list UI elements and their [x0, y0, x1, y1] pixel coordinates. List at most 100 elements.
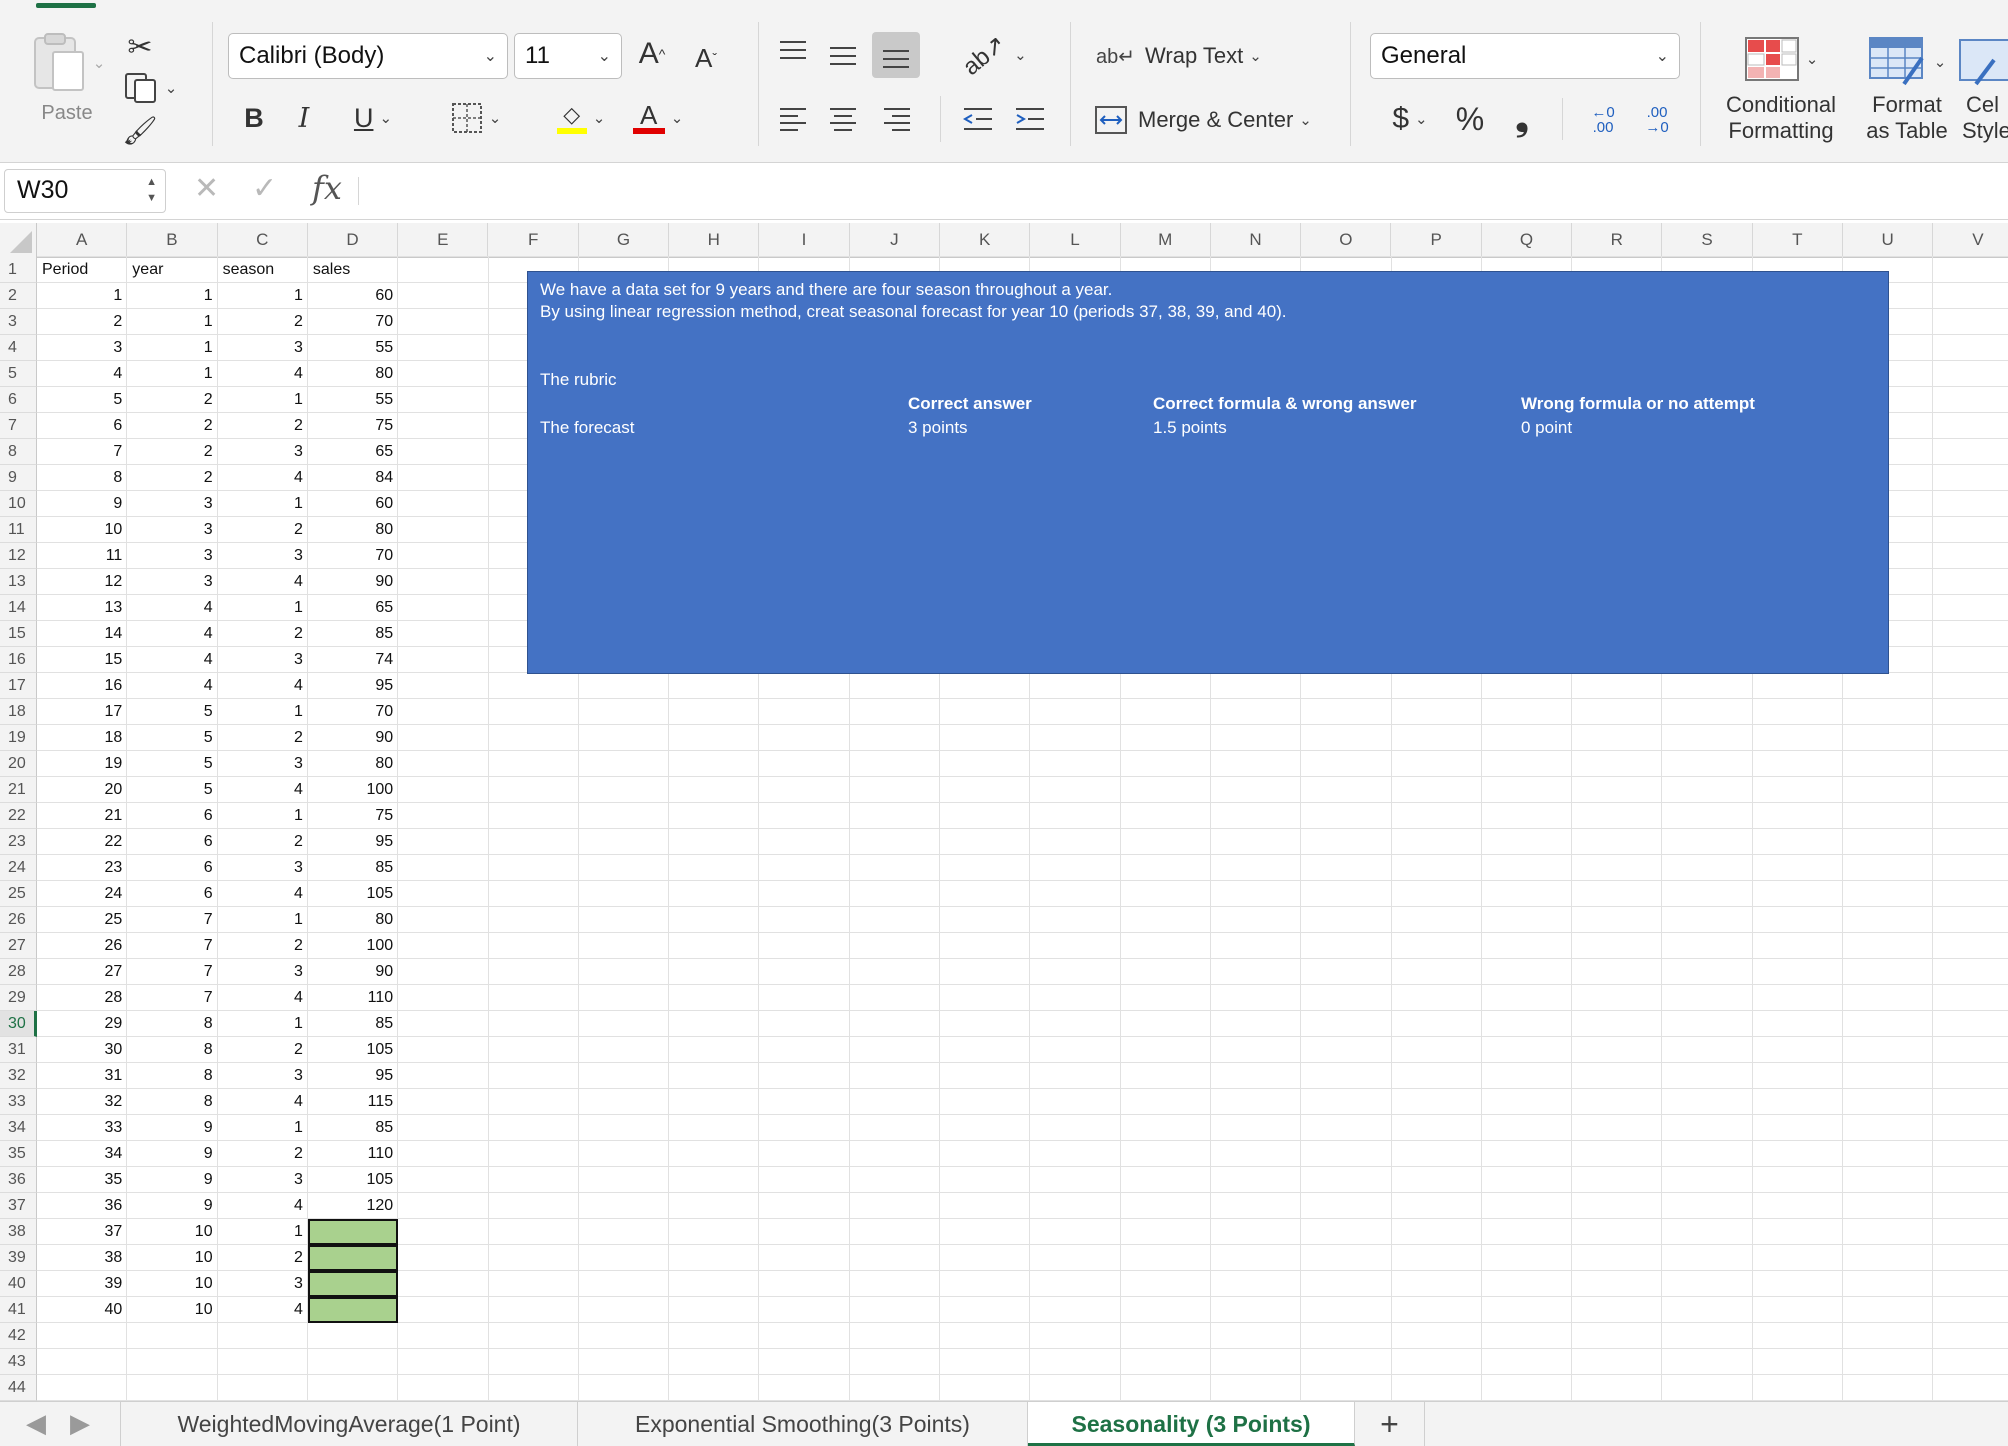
- row-header[interactable]: 41: [0, 1297, 37, 1323]
- data-cell[interactable]: 11: [37, 543, 127, 569]
- data-cell[interactable]: 1: [218, 595, 308, 621]
- data-cell[interactable]: 4: [218, 881, 308, 907]
- data-cell[interactable]: 75: [308, 803, 398, 829]
- data-cell[interactable]: 27: [37, 959, 127, 985]
- data-cell[interactable]: 40: [37, 1297, 127, 1323]
- formula-input[interactable]: [370, 171, 1990, 211]
- data-cell[interactable]: 2: [127, 413, 217, 439]
- data-cell[interactable]: 31: [37, 1063, 127, 1089]
- data-cell[interactable]: 18: [37, 725, 127, 751]
- data-cell[interactable]: 6: [37, 413, 127, 439]
- data-cell[interactable]: 90: [308, 569, 398, 595]
- row-header[interactable]: 34: [0, 1115, 37, 1141]
- data-cell[interactable]: 100: [308, 777, 398, 803]
- previous-sheet-arrow-icon[interactable]: ◀: [26, 1408, 46, 1439]
- row-header[interactable]: 28: [0, 959, 37, 985]
- copy-dropdown-chevron-icon[interactable]: ⌄: [165, 79, 178, 97]
- instructions-text-box[interactable]: We have a data set for 9 years and there…: [527, 271, 1889, 674]
- data-cell[interactable]: 4: [127, 621, 217, 647]
- row-header[interactable]: 2: [0, 283, 37, 309]
- font-name-select[interactable]: Calibri (Body) ⌄: [228, 33, 508, 79]
- data-cell[interactable]: 4: [218, 1297, 308, 1323]
- data-cell[interactable]: 32: [37, 1089, 127, 1115]
- data-cell[interactable]: 19: [37, 751, 127, 777]
- row-header[interactable]: 26: [0, 907, 37, 933]
- data-cell[interactable]: 110: [308, 1141, 398, 1167]
- data-cell[interactable]: 20: [37, 777, 127, 803]
- name-box-stepper[interactable]: ▲ ▼: [146, 174, 157, 206]
- data-cell[interactable]: 22: [37, 829, 127, 855]
- data-cell[interactable]: 65: [308, 595, 398, 621]
- row-header[interactable]: 9: [0, 465, 37, 491]
- data-cell[interactable]: 3: [127, 569, 217, 595]
- data-cell[interactable]: 26: [37, 933, 127, 959]
- data-cell[interactable]: 4: [37, 361, 127, 387]
- row-header[interactable]: 37: [0, 1193, 37, 1219]
- currency-button[interactable]: $ ⌄: [1378, 98, 1442, 140]
- decrease-decimal-button[interactable]: .00 →0: [1636, 100, 1678, 140]
- data-cell[interactable]: 10: [127, 1297, 217, 1323]
- data-cell[interactable]: 84: [308, 465, 398, 491]
- data-cell[interactable]: 85: [308, 1011, 398, 1037]
- underline-button[interactable]: U ⌄: [340, 100, 406, 136]
- data-cell[interactable]: 1: [127, 361, 217, 387]
- forecast-input-cell[interactable]: [307, 1245, 399, 1271]
- bold-button[interactable]: B: [238, 100, 270, 136]
- data-cell[interactable]: 33: [37, 1115, 127, 1141]
- align-middle-button[interactable]: [826, 38, 860, 72]
- data-cell[interactable]: 7: [127, 985, 217, 1011]
- data-cell[interactable]: 1: [37, 283, 127, 309]
- data-cell[interactable]: 7: [127, 959, 217, 985]
- column-header[interactable]: B: [127, 223, 218, 257]
- format-painter-button[interactable]: 🖌: [120, 112, 160, 148]
- data-cell[interactable]: 2: [37, 309, 127, 335]
- data-cell[interactable]: 15: [37, 647, 127, 673]
- align-top-button[interactable]: [776, 34, 810, 68]
- data-cell[interactable]: 6: [127, 829, 217, 855]
- cell-styles-button[interactable]: Cel Style: [1956, 30, 2008, 150]
- column-header[interactable]: O: [1301, 223, 1392, 257]
- data-cell[interactable]: 10: [37, 517, 127, 543]
- data-cell[interactable]: 1: [218, 283, 308, 309]
- column-header[interactable]: P: [1392, 223, 1482, 257]
- column-header[interactable]: D: [308, 223, 399, 257]
- data-cell[interactable]: 80: [308, 361, 398, 387]
- enter-check-icon[interactable]: ✓: [252, 171, 277, 206]
- data-cell[interactable]: 16: [37, 673, 127, 699]
- row-header[interactable]: 42: [0, 1323, 37, 1349]
- data-cell[interactable]: 105: [308, 881, 398, 907]
- grow-font-button[interactable]: A ^: [632, 34, 672, 74]
- data-cell[interactable]: 6: [127, 803, 217, 829]
- data-cell[interactable]: 3: [127, 517, 217, 543]
- align-left-button[interactable]: [776, 102, 810, 136]
- row-header[interactable]: 6: [0, 387, 37, 413]
- data-cell[interactable]: 1: [218, 1011, 308, 1037]
- conditional-formatting-button[interactable]: ⌄ Conditional Formatting: [1716, 30, 1846, 150]
- row-header[interactable]: 24: [0, 855, 37, 881]
- data-cell[interactable]: 30: [37, 1037, 127, 1063]
- merge-center-button[interactable]: Merge & Center ⌄: [1094, 100, 1334, 140]
- data-cell[interactable]: 3: [218, 1063, 308, 1089]
- cut-button[interactable]: ✂: [122, 30, 158, 64]
- column-header[interactable]: Q: [1482, 223, 1573, 257]
- data-cell[interactable]: 12: [37, 569, 127, 595]
- header-cell[interactable]: sales: [308, 257, 398, 283]
- header-cell[interactable]: season: [218, 257, 308, 283]
- increase-decimal-button[interactable]: ←0 .00: [1582, 100, 1624, 140]
- data-cell[interactable]: 4: [127, 647, 217, 673]
- row-header[interactable]: 32: [0, 1063, 37, 1089]
- column-header[interactable]: K: [940, 223, 1031, 257]
- data-cell[interactable]: 60: [308, 283, 398, 309]
- data-cell[interactable]: 4: [218, 1193, 308, 1219]
- data-cell[interactable]: 95: [308, 673, 398, 699]
- data-cell[interactable]: 8: [127, 1011, 217, 1037]
- data-cell[interactable]: 90: [308, 725, 398, 751]
- data-cell[interactable]: 2: [218, 1037, 308, 1063]
- data-cell[interactable]: 120: [308, 1193, 398, 1219]
- data-cell[interactable]: 100: [308, 933, 398, 959]
- row-header[interactable]: 40: [0, 1271, 37, 1297]
- row-header[interactable]: 13: [0, 569, 37, 595]
- data-cell[interactable]: 3: [218, 439, 308, 465]
- row-header[interactable]: 43: [0, 1349, 37, 1375]
- cancel-icon[interactable]: ✕: [194, 171, 219, 206]
